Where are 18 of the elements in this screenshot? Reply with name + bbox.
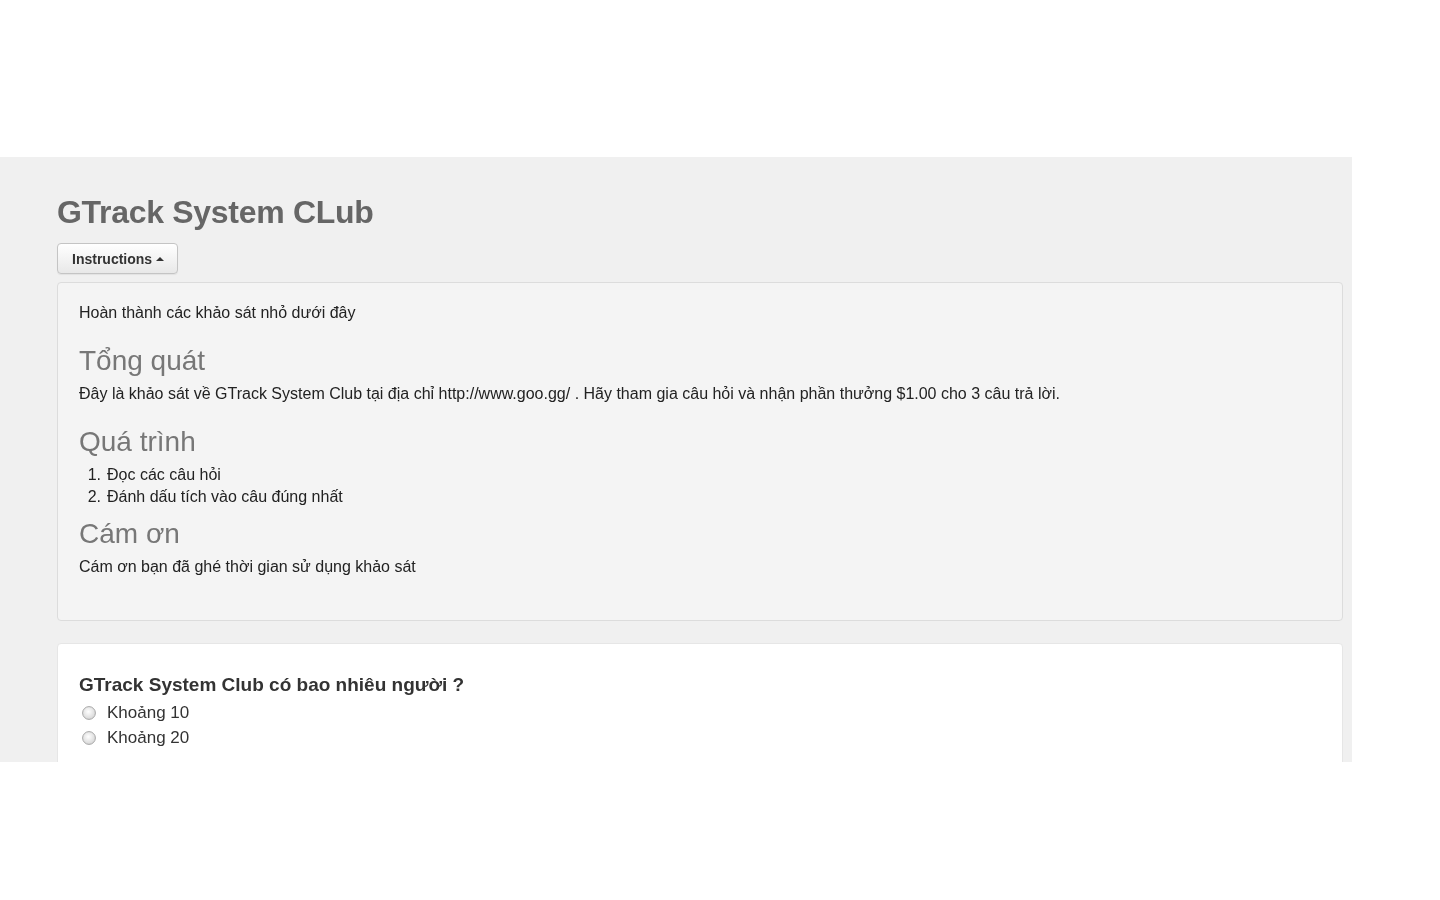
page-title: GTrack System CLub (57, 195, 374, 230)
list-number: 1. (86, 465, 102, 485)
list-item-text: Đọc các câu hỏi (107, 465, 221, 485)
question-title: GTrack System Club có bao nhiêu người ? (79, 673, 466, 697)
section-text: Cám ơn bạn đã ghé thời gian sử dụng khảo sát (79, 557, 417, 577)
section-text: Đây là khảo sát về GTrack System Club tại địa chỉ http://www.goo.gg/ . Hãy tham gia câu hỏi và nhận phần thưởng $1.00 cho 3 câu trả lời. (79, 384, 1061, 404)
list-number: 2. (86, 487, 102, 507)
caret-icon (156, 256, 165, 261)
intro-text: Hoàn thành các khảo sát nhỏ dưới đây (79, 303, 357, 323)
option-label[interactable]: Khoảng 20 (107, 725, 190, 750)
section-heading: Quá trình (79, 426, 197, 457)
option-label[interactable]: Khoảng 10 (107, 700, 190, 725)
radio-button[interactable] (82, 730, 96, 745)
radio-button[interactable] (82, 705, 96, 720)
instructions-button[interactable]: Instructions (57, 243, 179, 274)
list-item-text: Đánh dấu tích vào câu đúng nhất (107, 487, 343, 507)
section-heading: Tổng quát (79, 345, 207, 376)
section-heading: Cám ơn (79, 518, 181, 549)
